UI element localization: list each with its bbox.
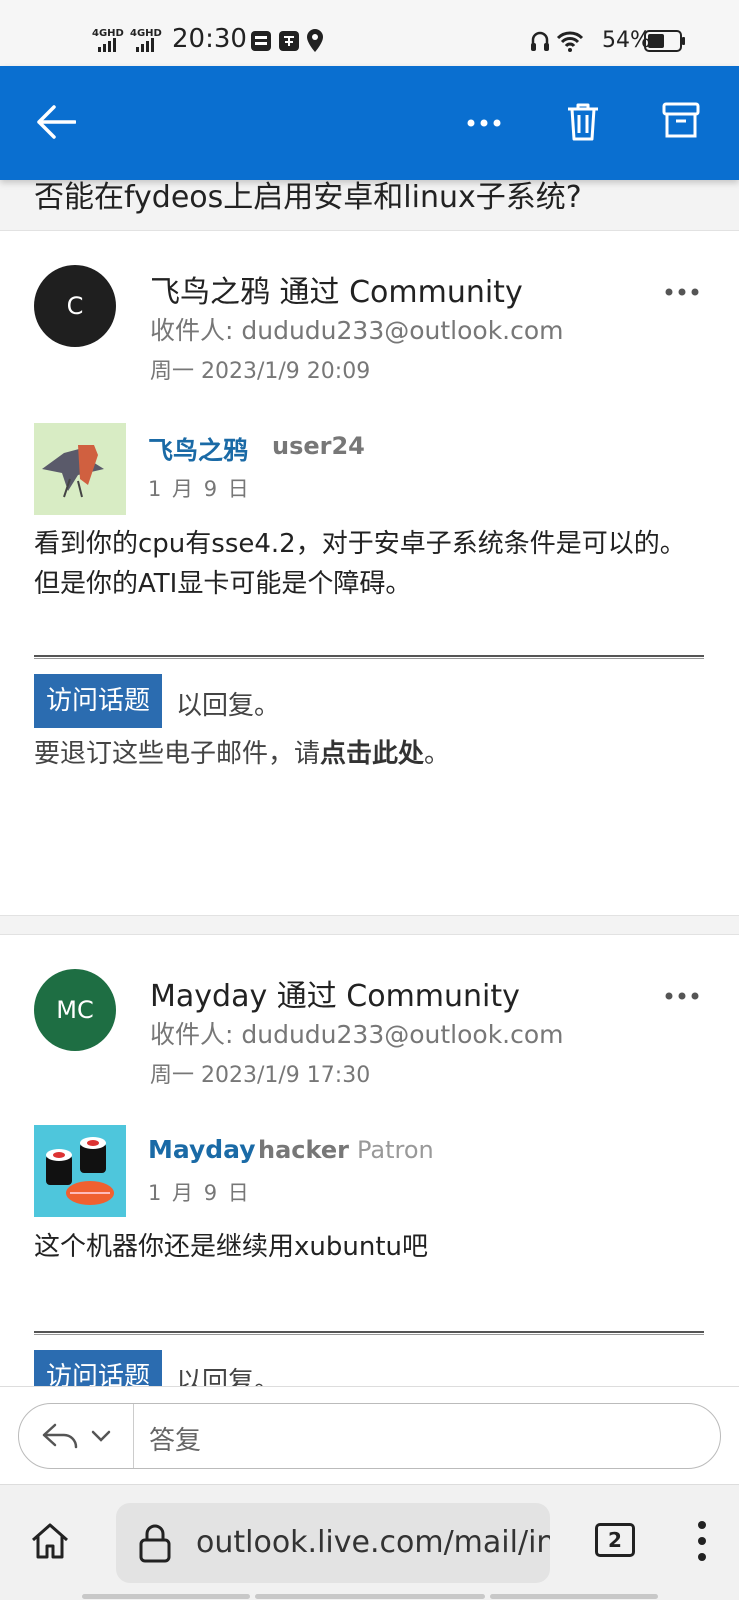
- gesture-bar: [82, 1594, 250, 1599]
- wifi-icon: [556, 31, 584, 52]
- message-card: MC Mayday 通过 Community 收件人: dududu233@ou…: [0, 934, 739, 1404]
- lock-icon: [139, 1524, 171, 1563]
- message-body: 这个机器你还是继续用xubuntu吧: [34, 1232, 428, 1262]
- menu-icon[interactable]: [696, 1519, 708, 1563]
- address-bar[interactable]: outlook.live.com/mail/in: [116, 1503, 550, 1583]
- more-icon[interactable]: [466, 118, 502, 128]
- app-bar: [0, 66, 739, 180]
- reply-bar: 答复: [0, 1386, 739, 1484]
- status-bar: 4GHD 4GHD 20:30 54%: [0, 0, 739, 66]
- message-date: 周一 2023/1/9 20:09: [150, 359, 371, 384]
- home-icon[interactable]: [30, 1521, 70, 1561]
- divider: [34, 655, 704, 659]
- browser-bar: outlook.live.com/mail/in 2: [0, 1484, 739, 1600]
- visit-topic-button[interactable]: 访问话题: [34, 674, 163, 728]
- user-avatar-image: [34, 1125, 126, 1217]
- signal-1-icon: [98, 38, 116, 52]
- sender-name: 飞鸟之鸦 通过 Community: [150, 275, 523, 310]
- message-more-icon[interactable]: [664, 287, 700, 297]
- avatar[interactable]: C: [34, 265, 116, 347]
- headphones-icon: [531, 31, 549, 51]
- back-arrow-icon[interactable]: [36, 104, 76, 140]
- clock: 20:30: [172, 24, 247, 54]
- post-date: 1 月 9 日: [148, 477, 251, 501]
- post-user-title: user24: [272, 432, 365, 460]
- tab-switcher-button[interactable]: 2: [595, 1523, 635, 1557]
- reply-hint: 以回复。: [176, 691, 281, 721]
- user-avatar-image: [34, 423, 126, 515]
- message-more-icon[interactable]: [664, 991, 700, 1001]
- avatar[interactable]: MC: [34, 969, 116, 1051]
- gesture-bar: [255, 1594, 485, 1599]
- message-body: 看到你的cpu有sse4.2，对于安卓子系统条件是可以的。但是你的ATI显卡可能…: [34, 529, 686, 599]
- recipient: 收件人: dududu233@outlook.com: [150, 316, 564, 345]
- location-icon: [307, 29, 323, 52]
- url-text[interactable]: outlook.live.com/mail/in: [196, 1525, 550, 1560]
- unsubscribe-link[interactable]: 点击此处: [320, 739, 424, 769]
- archive-icon[interactable]: [662, 102, 700, 140]
- sim-card-icon: [251, 31, 271, 51]
- message-card: C 飞鸟之鸦 通过 Community 收件人: dududu233@outlo…: [0, 230, 739, 916]
- sender-name: Mayday 通过 Community: [150, 979, 520, 1014]
- signal-2-icon: [136, 38, 154, 52]
- unsubscribe-text: 要退订这些电子邮件，请点击此处。: [34, 739, 451, 769]
- divider: [34, 1331, 704, 1335]
- post-user-badge: Patron: [357, 1136, 434, 1164]
- trash-icon[interactable]: [566, 102, 600, 142]
- post-username[interactable]: Mayday: [148, 1135, 256, 1164]
- recipient: 收件人: dududu233@outlook.com: [150, 1020, 564, 1049]
- battery-icon: [644, 30, 685, 52]
- gesture-bar: [490, 1594, 658, 1599]
- payment-icon: [279, 31, 299, 51]
- post-date: 1 月 9 日: [148, 1181, 251, 1205]
- reply-box-divider: [133, 1404, 134, 1468]
- reply-box[interactable]: 答复: [18, 1403, 721, 1469]
- post-user-title: hacker: [258, 1136, 349, 1164]
- post-username[interactable]: 飞鸟之鸦: [148, 431, 248, 467]
- chevron-down-icon[interactable]: [91, 1430, 111, 1442]
- message-date: 周一 2023/1/9 17:30: [150, 1063, 371, 1088]
- reply-icon[interactable]: [41, 1422, 79, 1452]
- reply-input[interactable]: 答复: [149, 1420, 201, 1457]
